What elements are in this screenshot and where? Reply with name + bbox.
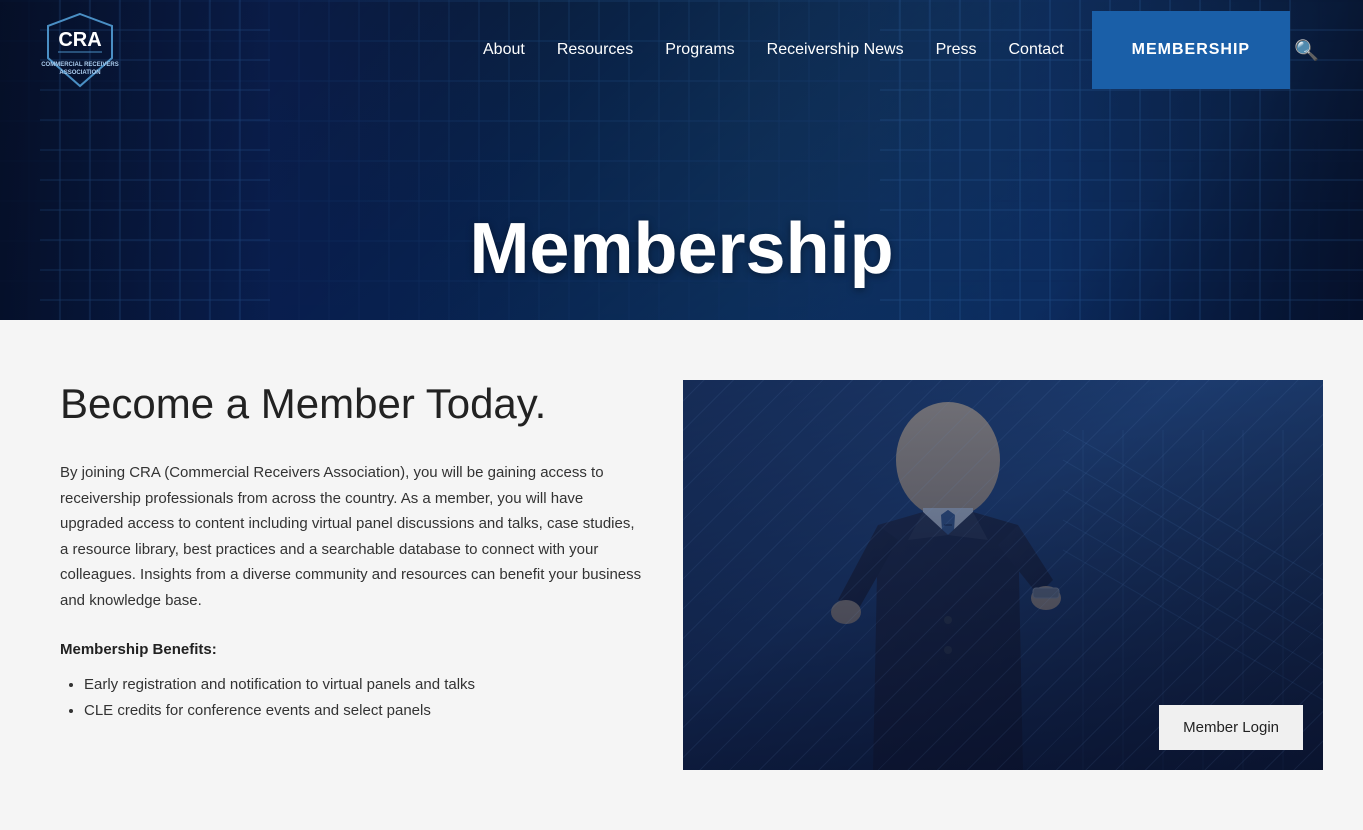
site-header: CRA COMMERCIAL RECEIVERS ASSOCIATION Abo…: [0, 0, 1363, 100]
cra-logo-icon: CRA COMMERCIAL RECEIVERS ASSOCIATION: [40, 10, 120, 90]
main-content: Become a Member Today. By joining CRA (C…: [0, 320, 1363, 830]
content-left: Become a Member Today. By joining CRA (C…: [60, 380, 643, 770]
search-icon: 🔍: [1294, 40, 1319, 62]
svg-text:COMMERCIAL RECEIVERS: COMMERCIAL RECEIVERS: [41, 62, 119, 68]
content-right: Member Login: [683, 380, 1323, 770]
list-item: Early registration and notification to v…: [84, 672, 643, 698]
nav-press[interactable]: Press: [936, 41, 977, 59]
membership-button[interactable]: MEMBERSHIP: [1092, 11, 1290, 89]
search-button[interactable]: 🔍: [1290, 34, 1323, 67]
nav-about[interactable]: About: [483, 41, 525, 59]
nav-contact[interactable]: Contact: [1009, 41, 1064, 59]
section-title: Become a Member Today.: [60, 380, 643, 428]
main-nav: About Resources Programs Receivership Ne…: [483, 41, 1064, 59]
nav-programs[interactable]: Programs: [665, 41, 734, 59]
logo[interactable]: CRA COMMERCIAL RECEIVERS ASSOCIATION: [40, 10, 120, 90]
svg-text:CRA: CRA: [58, 29, 101, 51]
list-item: CLE credits for conference events and se…: [84, 698, 643, 724]
benefits-list: Early registration and notification to v…: [60, 672, 643, 723]
nav-resources[interactable]: Resources: [557, 41, 633, 59]
benefits-label: Membership Benefits:: [60, 641, 643, 658]
svg-text:ASSOCIATION: ASSOCIATION: [59, 70, 100, 76]
member-login-button[interactable]: Member Login: [1159, 705, 1303, 750]
body-text: By joining CRA (Commercial Receivers Ass…: [60, 460, 643, 613]
hero-title: Membership: [469, 208, 893, 290]
nav-receivership-news[interactable]: Receivership News: [767, 41, 904, 59]
